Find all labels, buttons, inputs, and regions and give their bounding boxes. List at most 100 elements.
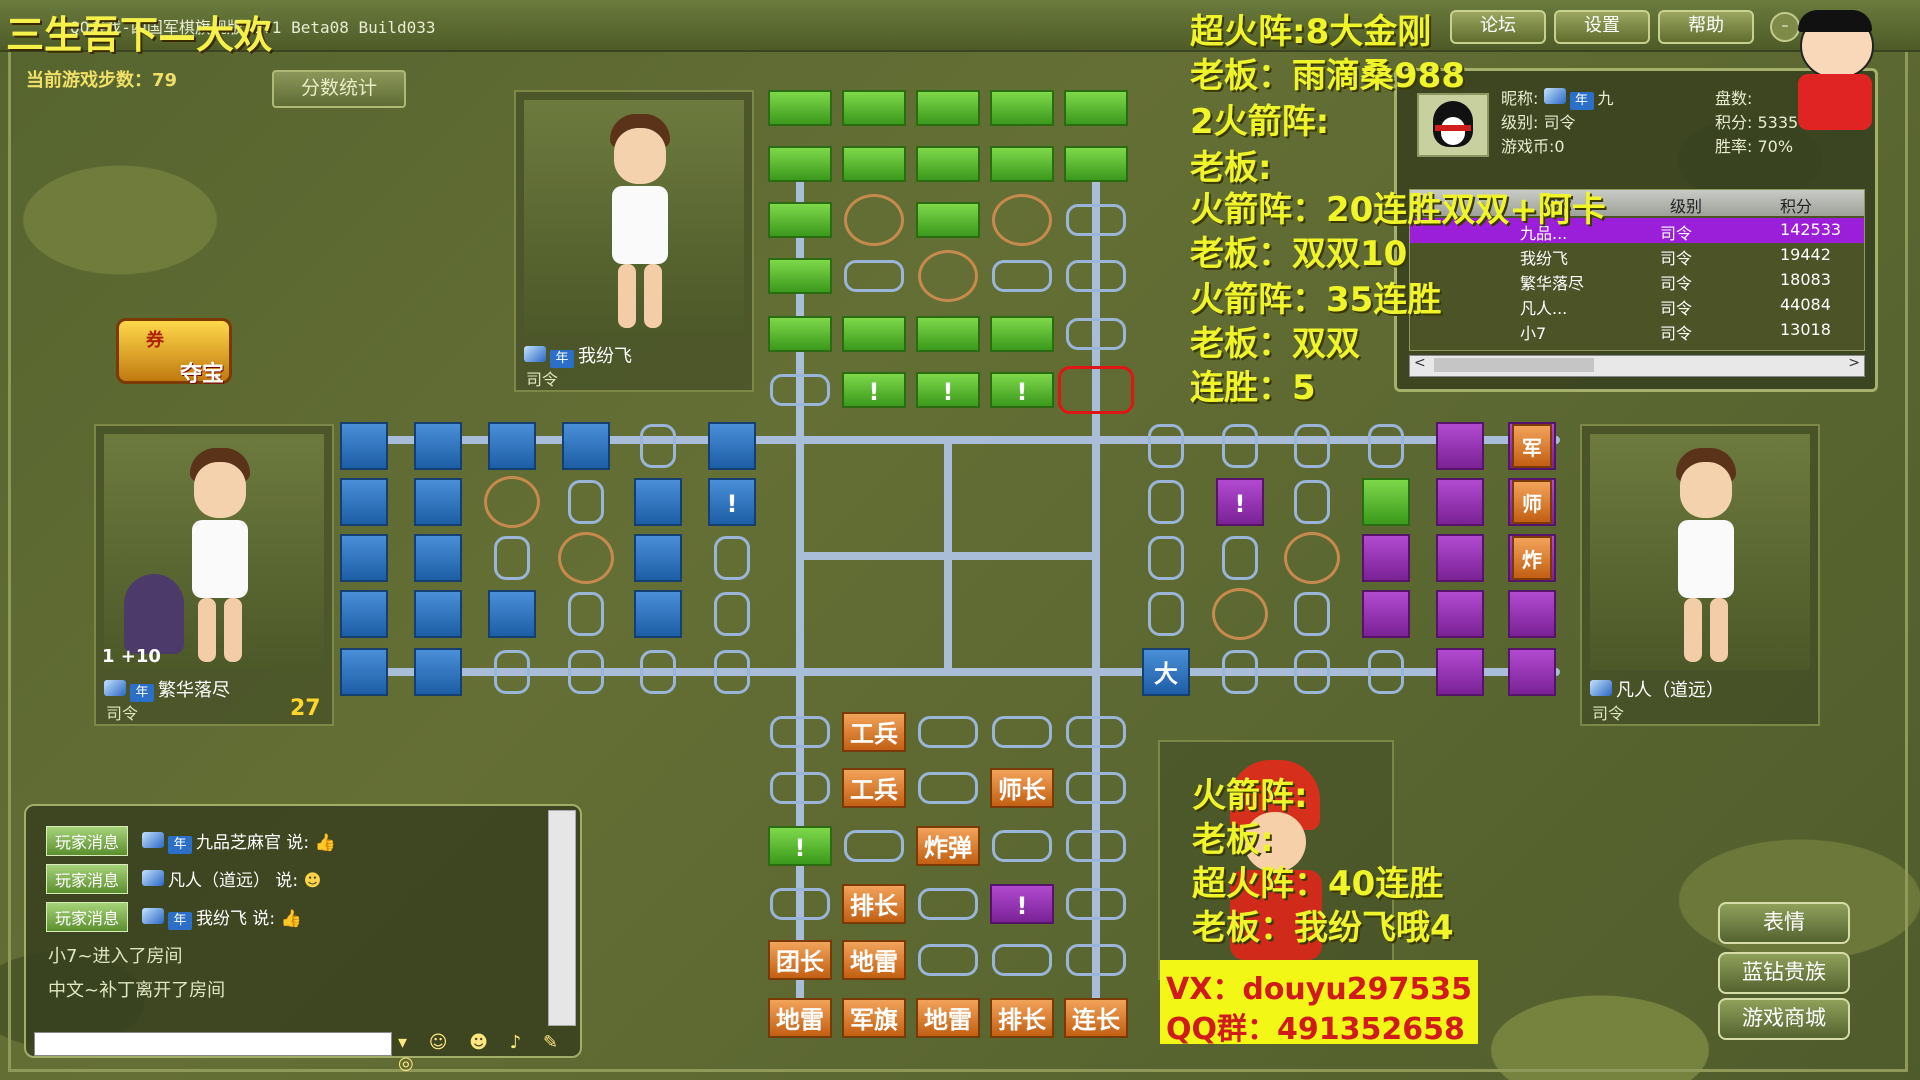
side-label-piece[interactable]: 师: [1512, 480, 1552, 524]
board-node[interactable]: [1148, 592, 1184, 636]
camp-node[interactable]: [1212, 588, 1268, 640]
board-node[interactable]: [714, 592, 750, 636]
green-piece[interactable]: [768, 202, 832, 238]
blue-piece[interactable]: [634, 534, 682, 582]
green-piece[interactable]: [768, 146, 832, 182]
board-node[interactable]: [714, 536, 750, 580]
green-piece[interactable]: [916, 202, 980, 238]
orange-piece[interactable]: 工兵: [842, 768, 906, 808]
board-node[interactable]: [844, 260, 904, 292]
blue-hidden-piece[interactable]: !: [708, 478, 756, 526]
green-piece[interactable]: [916, 90, 980, 126]
purple-piece[interactable]: [1508, 648, 1556, 696]
game-shop-button[interactable]: 游戏商城: [1718, 998, 1850, 1040]
board-node[interactable]: [714, 650, 750, 694]
board-node[interactable]: [1066, 716, 1126, 748]
green-piece[interactable]: [1064, 90, 1128, 126]
green-piece[interactable]: [916, 146, 980, 182]
orange-piece[interactable]: 炸弹: [916, 826, 980, 866]
board-node[interactable]: [568, 650, 604, 694]
side-label-piece[interactable]: 军: [1512, 424, 1552, 468]
green-piece[interactable]: [1362, 478, 1410, 526]
orange-piece[interactable]: 团长: [768, 940, 832, 980]
board-node[interactable]: [1148, 424, 1184, 468]
board-node[interactable]: [1294, 424, 1330, 468]
board-node[interactable]: [640, 424, 676, 468]
board-node[interactable]: [918, 944, 978, 976]
purple-piece[interactable]: [1362, 534, 1410, 582]
blue-piece[interactable]: [340, 478, 388, 526]
emote-button[interactable]: 表情: [1718, 902, 1850, 944]
orange-piece[interactable]: 工兵: [842, 712, 906, 752]
green-piece[interactable]: [842, 90, 906, 126]
scroll-left-icon[interactable]: <: [1414, 355, 1426, 371]
green-piece[interactable]: [768, 316, 832, 352]
green-piece[interactable]: [916, 316, 980, 352]
board-node[interactable]: [770, 374, 830, 406]
board-node[interactable]: [1294, 650, 1330, 694]
board-node[interactable]: [494, 650, 530, 694]
table-row[interactable]: 凡人... 司令 44084: [1410, 293, 1864, 318]
camp-node[interactable]: [1284, 532, 1340, 584]
board-node[interactable]: [844, 830, 904, 862]
orange-piece[interactable]: 连长: [1064, 998, 1128, 1038]
blue-piece-marked[interactable]: 大: [1142, 648, 1190, 696]
green-piece[interactable]: [768, 90, 832, 126]
blue-diamond-button[interactable]: 蓝钻贵族: [1718, 952, 1850, 994]
board-node[interactable]: [1294, 592, 1330, 636]
board-node[interactable]: [1066, 830, 1126, 862]
camp-node[interactable]: [918, 250, 978, 302]
board-node[interactable]: [770, 716, 830, 748]
purple-hidden-piece[interactable]: !: [990, 884, 1054, 924]
green-hidden-piece[interactable]: !: [842, 372, 906, 408]
orange-piece[interactable]: 军旗: [842, 998, 906, 1038]
blue-piece[interactable]: [634, 590, 682, 638]
table-row[interactable]: 小7 司令 13018: [1410, 318, 1864, 343]
purple-piece[interactable]: [1436, 534, 1484, 582]
board-node[interactable]: [1368, 650, 1404, 694]
board-node[interactable]: [640, 650, 676, 694]
board-node[interactable]: [1222, 536, 1258, 580]
camp-node[interactable]: [844, 194, 904, 246]
board-node[interactable]: [1148, 480, 1184, 524]
orange-piece[interactable]: 地雷: [768, 998, 832, 1038]
green-piece[interactable]: [990, 146, 1054, 182]
purple-piece[interactable]: [1508, 590, 1556, 638]
purple-piece[interactable]: [1362, 590, 1410, 638]
blue-piece[interactable]: [340, 648, 388, 696]
green-piece[interactable]: [842, 146, 906, 182]
blue-piece[interactable]: [488, 590, 536, 638]
table-scrollbar[interactable]: < >: [1409, 355, 1865, 377]
board-node[interactable]: [1066, 888, 1126, 920]
scroll-right-icon[interactable]: >: [1848, 355, 1860, 371]
purple-hidden-piece[interactable]: !: [1216, 478, 1264, 526]
blue-piece[interactable]: [340, 590, 388, 638]
green-hidden-piece[interactable]: !: [916, 372, 980, 408]
blue-piece[interactable]: [340, 422, 388, 470]
board-node[interactable]: [770, 772, 830, 804]
green-piece[interactable]: [990, 316, 1054, 352]
table-row[interactable]: 繁华落尽 司令 18083: [1410, 268, 1864, 293]
board-node[interactable]: [1066, 944, 1126, 976]
selected-node[interactable]: [1058, 366, 1134, 414]
blue-piece[interactable]: [414, 648, 462, 696]
chat-scrollbar[interactable]: [548, 810, 576, 1026]
board-node[interactable]: [568, 480, 604, 524]
blue-piece[interactable]: [488, 422, 536, 470]
chat-input[interactable]: [34, 1032, 392, 1056]
board-node[interactable]: [1148, 536, 1184, 580]
chat-toolbar-icons[interactable]: ▾ ☺ ☻ ♪ ✎ ◎: [398, 1032, 580, 1074]
side-label-piece[interactable]: 炸: [1512, 536, 1552, 580]
board-node[interactable]: [918, 716, 978, 748]
green-piece[interactable]: [1064, 146, 1128, 182]
board-node[interactable]: [992, 716, 1052, 748]
board-node[interactable]: [1066, 318, 1126, 350]
blue-piece[interactable]: [414, 534, 462, 582]
board-node[interactable]: [1222, 650, 1258, 694]
board-node[interactable]: [1066, 260, 1126, 292]
purple-piece[interactable]: [1436, 648, 1484, 696]
orange-piece[interactable]: 师长: [990, 768, 1054, 808]
blue-piece[interactable]: [414, 422, 462, 470]
blue-piece[interactable]: [562, 422, 610, 470]
board-node[interactable]: [494, 536, 530, 580]
